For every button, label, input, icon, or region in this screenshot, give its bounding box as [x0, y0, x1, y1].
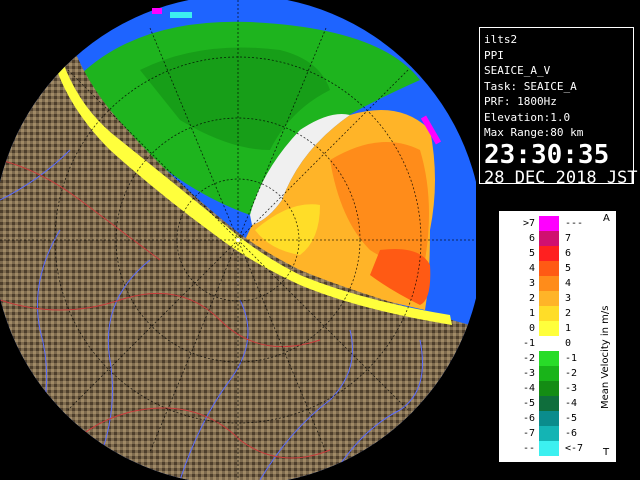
legend-lower-bound: -5 — [522, 398, 535, 409]
scan-date: 28 DEC 2018 JST — [484, 167, 638, 188]
legend-lower-bound: 3 — [528, 278, 535, 289]
display-mode: PPI — [484, 48, 504, 62]
legend-title: Mean Velocity in m/s — [600, 305, 611, 409]
product-name: SEAICE_A_V — [484, 64, 551, 77]
legend-upper-bound: -2 — [565, 368, 578, 379]
task-name: Task: SEAICE_A — [484, 79, 577, 93]
legend-color-swatch — [539, 306, 559, 321]
radar-ppi-display[interactable] — [0, 0, 476, 480]
cyan-echo-speck — [170, 12, 192, 18]
legend-color-swatch — [539, 396, 559, 411]
legend-upper-bound: 4 — [565, 278, 572, 289]
legend-bottom-marker: T — [603, 447, 610, 458]
legend-lower-bound: 1 — [528, 308, 535, 319]
legend-color-swatch — [539, 276, 559, 291]
max-range-value: Max Range:80 km — [484, 126, 584, 139]
legend-lower-bound: -7 — [522, 428, 535, 439]
legend-upper-bound: -4 — [565, 398, 578, 409]
legend-upper-bound: 6 — [565, 248, 572, 259]
legend-lower-bound: --- — [522, 443, 535, 469]
legend-color-swatch — [539, 246, 559, 261]
legend-upper-bound: 3 — [565, 293, 572, 304]
legend-color-swatch — [539, 261, 559, 276]
legend-upper-bound: 1 — [565, 323, 572, 334]
legend-color-swatch — [539, 441, 559, 456]
legend-upper-bound: -1 — [565, 353, 578, 364]
legend-lower-bound: -3 — [522, 368, 535, 379]
prf-value: PRF: 1800Hz — [484, 95, 557, 108]
legend-lower-bound: 2 — [528, 293, 535, 304]
legend-color-swatch — [539, 351, 559, 366]
legend-lower-bound: -1 — [522, 338, 535, 349]
legend-upper-bound: -6 — [565, 428, 578, 439]
scan-info-panel: ilts2 PPI SEAICE_A_V Task: SEAICE_A PRF:… — [479, 27, 638, 187]
legend-color-swatch — [539, 321, 559, 336]
scan-time: 23:30:35 — [484, 139, 610, 170]
legend-color-swatch — [539, 336, 559, 351]
legend-lower-bound: 6 — [528, 233, 535, 244]
magenta-echo-speck — [152, 8, 162, 14]
legend-upper-bound: <-7 — [565, 443, 584, 454]
legend-upper-bound: -5 — [565, 413, 578, 424]
legend-upper-bound: --- — [565, 218, 584, 229]
legend-upper-bound: 5 — [565, 263, 572, 274]
radar-site-marker — [236, 238, 240, 242]
legend-lower-bound: -2 — [522, 353, 535, 364]
site-name: ilts2 — [484, 33, 518, 46]
legend-color-swatch — [539, 366, 559, 381]
elevation-value: Elevation:1.0 — [484, 110, 571, 124]
legend-lower-bound: 0 — [528, 323, 535, 334]
legend-lower-bound: 5 — [528, 248, 535, 259]
legend-lower-bound: >7 — [522, 218, 535, 229]
legend-color-swatch — [539, 291, 559, 306]
legend-color-swatch — [539, 381, 559, 396]
legend-color-swatch — [539, 426, 559, 441]
legend-lower-bound: -4 — [522, 383, 535, 394]
legend-upper-bound: 0 — [565, 338, 572, 349]
legend-title-column: A Mean Velocity in m/s T — [596, 211, 616, 462]
legend-color-swatch — [539, 216, 559, 231]
legend-top-marker: A — [603, 213, 610, 224]
legend-lower-bound: -6 — [522, 413, 535, 424]
legend-upper-bound: 2 — [565, 308, 572, 319]
legend-color-swatch — [539, 231, 559, 246]
legend-color-swatch — [539, 411, 559, 426]
legend-upper-bound: -3 — [565, 383, 578, 394]
legend-upper-bound: 7 — [565, 233, 572, 244]
velocity-color-legend: >7 --- 6 7 5 6 4 5 3 4 2 3 1 2 0 1 -1 0 -2 -1 -3 -2 -4 -3 -5 -4 -6… — [498, 210, 617, 469]
legend-lower-bound: 4 — [528, 263, 535, 274]
